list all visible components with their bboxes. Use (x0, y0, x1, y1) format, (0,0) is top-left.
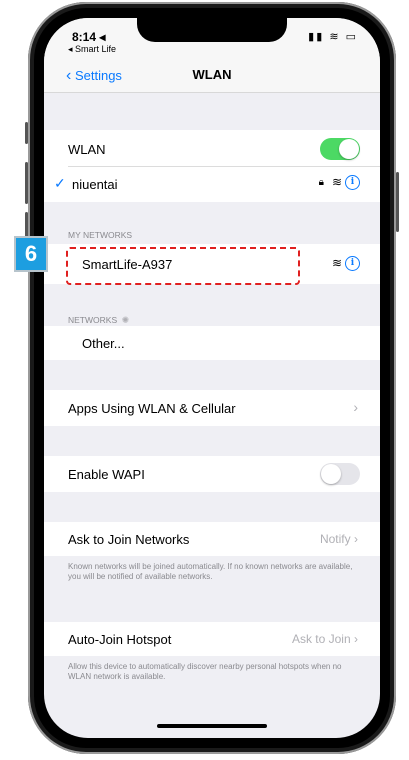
wifi-icon: ≋ (331, 256, 342, 270)
notch (137, 18, 287, 42)
side-button (25, 162, 28, 204)
home-indicator[interactable] (157, 724, 267, 728)
apps-using-wlan-row[interactable]: Apps Using WLAN & Cellular › (44, 390, 380, 426)
auto-join-hotspot-label: Auto-Join Hotspot (68, 632, 172, 647)
checkmark-icon: ✓ (54, 175, 66, 191)
auto-join-hotspot-footer: Allow this device to automatically disco… (68, 662, 342, 681)
wifi-icon: ≋ (331, 175, 342, 189)
side-button (25, 122, 28, 144)
phone-frame: 8:14 ◂ ◂ Smart Life ▮▮ ≋ ▭ ‹ Settings WL… (25, 2, 399, 754)
screen: 8:14 ◂ ◂ Smart Life ▮▮ ≋ ▭ ‹ Settings WL… (44, 18, 380, 738)
status-icons: ▮▮ ≋ ▭ (308, 31, 358, 43)
spinner-icon: ✺ (121, 315, 130, 325)
page-title: WLAN (192, 67, 232, 82)
auto-join-hotspot-row[interactable]: Auto-Join Hotspot Ask to Join › (44, 622, 380, 656)
other-network-label: Other... (82, 336, 125, 351)
back-to-app-link[interactable]: ◂ Smart Life (68, 44, 116, 55)
networks-header-label: NETWORKS (68, 315, 118, 325)
chevron-right-icon: › (353, 399, 358, 415)
toggle-knob (339, 139, 359, 159)
auto-join-hotspot-value: Ask to Join › (291, 632, 358, 646)
ask-to-join-footer: Known networks will be joined automatica… (68, 562, 353, 581)
enable-wapi-row: Enable WAPI (44, 456, 380, 492)
other-network-row[interactable]: Other... (44, 326, 380, 360)
info-icon[interactable]: i (345, 175, 360, 190)
ask-to-join-value: Notify › (319, 532, 358, 546)
phone-bezel: 8:14 ◂ ◂ Smart Life ▮▮ ≋ ▭ ‹ Settings WL… (34, 8, 390, 748)
side-button (396, 172, 399, 232)
wlan-toggle[interactable] (320, 138, 360, 160)
lock-icon: 🔒︎ (318, 177, 324, 188)
connected-network-name[interactable]: niuentai (72, 177, 118, 192)
navigation-bar: ‹ Settings WLAN (44, 58, 380, 93)
wapi-toggle[interactable] (320, 463, 360, 485)
info-icon[interactable]: i (345, 256, 360, 271)
enable-wapi-label: Enable WAPI (68, 467, 145, 482)
ask-to-join-row[interactable]: Ask to Join Networks Notify › (44, 522, 380, 556)
my-networks-header: MY NETWORKS (68, 230, 133, 240)
wlan-label: WLAN (68, 142, 106, 157)
step-badge: 6 (14, 236, 48, 272)
divider (68, 166, 380, 167)
wlan-group: WLAN ✓ niuentai 🔒︎ ≋ i (44, 130, 380, 202)
highlight-box (66, 247, 300, 285)
ask-to-join-value-text: Notify (319, 532, 351, 546)
toggle-knob (321, 464, 341, 484)
ask-to-join-label: Ask to Join Networks (68, 532, 190, 547)
apps-using-wlan-label: Apps Using WLAN & Cellular (68, 401, 236, 416)
auto-join-hotspot-value-text: Ask to Join (291, 632, 351, 646)
status-time: 8:14 ◂ (72, 30, 106, 44)
